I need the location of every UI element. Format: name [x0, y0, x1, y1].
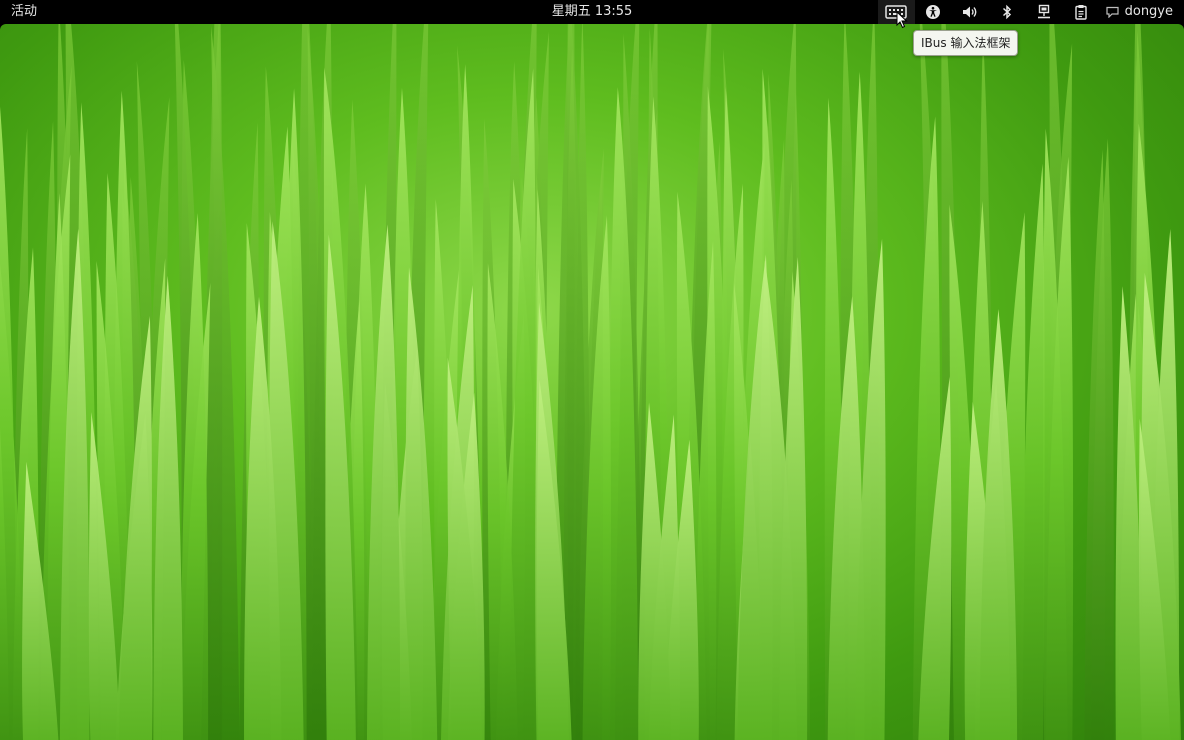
user-name: dongye	[1124, 4, 1173, 19]
network-indicator[interactable]	[1026, 0, 1063, 24]
desktop-wallpaper[interactable]	[0, 24, 1184, 740]
chat-status-icon	[1106, 6, 1119, 18]
grass-blade	[1084, 149, 1106, 740]
bluetooth-indicator[interactable]	[989, 0, 1026, 24]
clock-button[interactable]: 星期五 13:55	[552, 4, 633, 19]
accessibility-icon	[926, 5, 941, 19]
clipboard-indicator[interactable]	[1063, 0, 1100, 24]
mouse-cursor-icon	[896, 11, 908, 29]
volume-icon	[963, 6, 977, 18]
activities-button[interactable]: 活动	[11, 0, 37, 24]
user-menu[interactable]: dongye	[1100, 0, 1184, 24]
clipboard-icon	[1075, 5, 1087, 20]
network-icon	[1038, 4, 1051, 19]
ibus-tooltip: IBus 输入法框架	[913, 30, 1019, 56]
system-tray: dongye	[877, 0, 1184, 24]
grass-wallpaper-image	[0, 24, 1181, 740]
volume-indicator[interactable]	[952, 0, 989, 24]
bluetooth-icon	[1003, 4, 1012, 20]
accessibility-indicator[interactable]	[915, 0, 952, 24]
top-bar: 活动 星期五 13:55 dongye	[0, 0, 1184, 24]
